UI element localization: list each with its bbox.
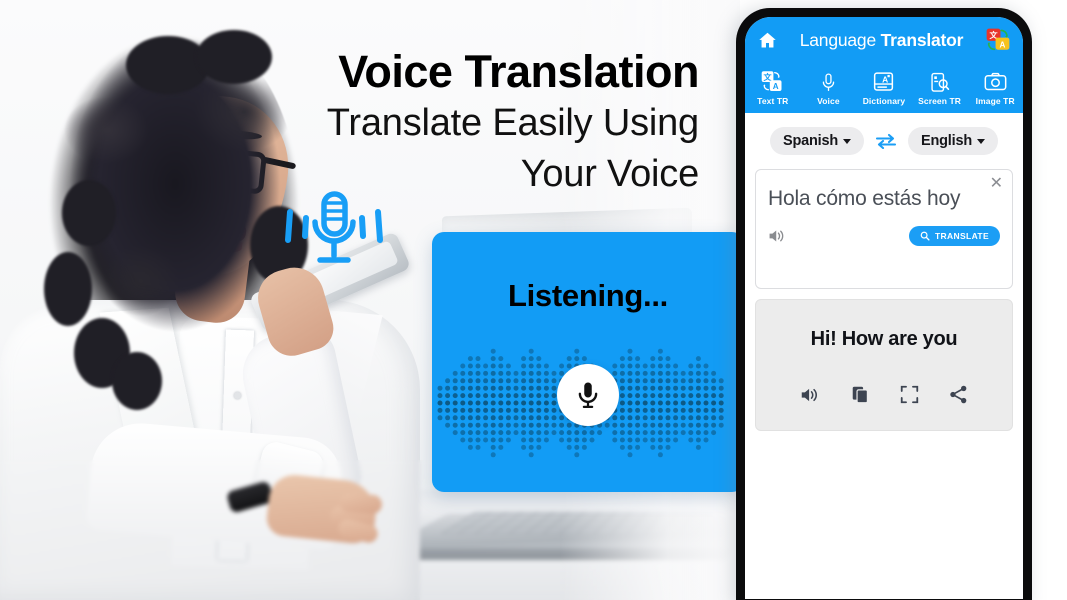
hair-curl [62,180,116,246]
translate-button-label: TRANSLATE [935,230,989,241]
language-selector-row: Spanish English [745,113,1023,165]
chevron-down-icon [843,138,852,144]
speaker-icon [801,388,818,401]
translate-button[interactable]: TRANSLATE [909,225,1000,246]
translate-text-icon: 文 A [761,71,782,91]
translated-card-actions [768,385,1000,404]
tab-label: Dictionary [862,96,906,106]
target-language-label: English [921,133,972,149]
source-text-value: Hola cómo estás hoy [768,187,961,210]
share-icon [950,385,967,404]
tab-image-tr[interactable]: Image TR [967,63,1023,113]
screen-search-icon [931,72,950,92]
translated-text-value: Hi! How are you [810,328,958,350]
target-language-dropdown[interactable]: English [908,127,998,155]
listening-mic-button[interactable] [557,364,619,426]
translated-text-card: Hi! How are you [755,299,1013,431]
tab-screen-tr[interactable]: Screen TR [912,63,968,113]
svg-text:A: A [883,74,889,84]
source-card-actions: TRANSLATE [768,225,1000,246]
tab-text-tr[interactable]: 文 A Text TR [745,63,801,113]
fullscreen-icon [900,385,919,404]
shirt-button [234,392,241,399]
source-language-dropdown[interactable]: Spanish [770,127,865,155]
headline-secondary-line1: Translate Easily Using [326,102,699,145]
share-button[interactable] [949,385,968,404]
phone-screen: Language Translator 文 A 文 A Text TR Voic… [745,17,1023,599]
tab-voice[interactable]: Voice [801,63,857,113]
tab-label: Voice [817,96,840,106]
hair-curl [44,252,92,326]
hair-curl [112,352,162,410]
source-language-label: Spanish [783,133,839,149]
search-icon [920,231,930,241]
copy-icon [852,386,869,404]
tab-label: Screen TR [918,96,962,106]
app-title: Language Translator [786,30,977,51]
microphone-icon [822,72,835,91]
fullscreen-button[interactable] [900,385,919,404]
phone-mockup: Language Translator 文 A 文 A Text TR Voic… [736,8,1032,600]
promo-headline-block: Voice Translation Translate Easily Using… [269,46,700,196]
promo-screenshot: Voice Translation Translate Easily Using… [0,0,1067,600]
app-title-bold: Translator [880,29,964,50]
app-tabbar: 文 A Text TR Voice A Dictionary Screen TR… [745,63,1023,113]
home-icon[interactable] [757,30,778,51]
swap-arrows-icon[interactable] [874,133,898,149]
dictionary-book-icon: A [874,72,894,91]
copy-translation-button[interactable] [851,385,870,404]
speaker-icon[interactable] [768,228,787,244]
close-icon[interactable]: ✕ [990,176,1003,192]
tab-label: Image TR [975,96,1015,106]
listening-title: Listening... [507,278,668,313]
finger [339,492,383,515]
tab-label: Text TR [757,96,789,106]
microphone-with-soundwaves-icon [282,186,386,272]
speak-translation-button[interactable] [800,386,821,404]
svg-text:A: A [773,82,779,91]
app-header: Language Translator 文 A [745,17,1023,63]
headline-primary: Voice Translation [338,46,699,97]
chevron-down-icon [976,138,985,144]
listening-card: Listening... [432,232,744,492]
svg-text:A: A [1000,40,1006,49]
hair-curl [196,30,272,84]
microphone-icon [578,382,598,408]
tab-dictionary[interactable]: A Dictionary [856,63,912,113]
camera-icon [984,72,1007,91]
source-text-card[interactable]: ✕ Hola cómo estás hoy TRANSLATE [755,169,1013,289]
translate-bubbles-logo-icon: 文 A [986,28,1010,51]
app-title-light: Language [799,29,881,50]
